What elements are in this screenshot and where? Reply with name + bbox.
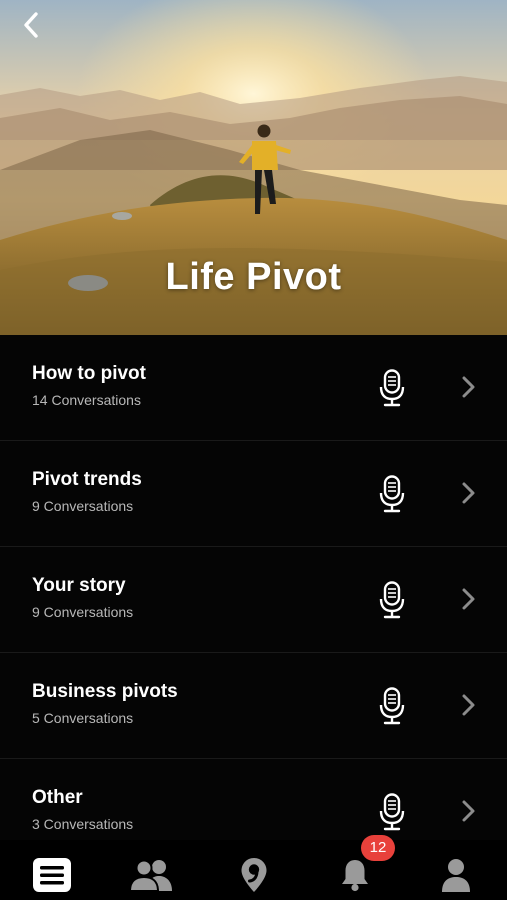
microphone-icon[interactable] <box>379 369 405 407</box>
microphone-icon[interactable] <box>379 793 405 831</box>
user-icon <box>442 859 470 892</box>
tab-profile[interactable] <box>434 854 478 896</box>
tab-topics[interactable] <box>30 854 74 896</box>
microphone-icon[interactable] <box>379 475 405 513</box>
people-icon <box>130 859 172 892</box>
chevron-left-icon <box>24 12 38 38</box>
list-icon <box>33 858 71 892</box>
conversation-count: 3 Conversations <box>32 816 134 832</box>
microphone-icon[interactable] <box>379 687 405 725</box>
conversation-count: 9 Conversations <box>32 498 134 514</box>
conversation-count: 14 Conversations <box>32 392 141 408</box>
tab-location[interactable] <box>232 854 276 896</box>
notification-badge: 12 <box>361 835 395 861</box>
topic-title: Your story <box>32 575 126 596</box>
chevron-right-icon <box>462 376 475 398</box>
bottom-tab-bar <box>0 840 507 900</box>
conversation-count: 9 Conversations <box>32 604 134 620</box>
topic-row-business-pivots[interactable]: Business pivots 5 Conversations <box>0 653 507 759</box>
topic-list: How to pivot 14 Conversations Pivot tren… <box>0 335 507 865</box>
conversation-count: 5 Conversations <box>32 710 134 726</box>
back-button[interactable] <box>14 8 48 42</box>
hero-banner: Life Pivot <box>0 0 507 335</box>
topic-title: How to pivot <box>32 363 146 384</box>
topic-title: Pivot trends <box>32 469 142 490</box>
location-pin-icon <box>241 858 267 892</box>
topic-row-your-story[interactable]: Your story 9 Conversations <box>0 547 507 653</box>
topic-title: Business pivots <box>32 681 178 702</box>
topic-title: Other <box>32 787 83 808</box>
topic-row-pivot-trends[interactable]: Pivot trends 9 Conversations <box>0 441 507 547</box>
chevron-right-icon <box>462 482 475 504</box>
topic-row-how-to-pivot[interactable]: How to pivot 14 Conversations <box>0 335 507 441</box>
chevron-right-icon <box>462 588 475 610</box>
chevron-right-icon <box>462 694 475 716</box>
chevron-right-icon <box>462 800 475 822</box>
tab-people[interactable] <box>130 854 174 896</box>
bell-icon <box>342 860 368 892</box>
page-title: Life Pivot <box>165 256 342 298</box>
microphone-icon[interactable] <box>379 581 405 619</box>
